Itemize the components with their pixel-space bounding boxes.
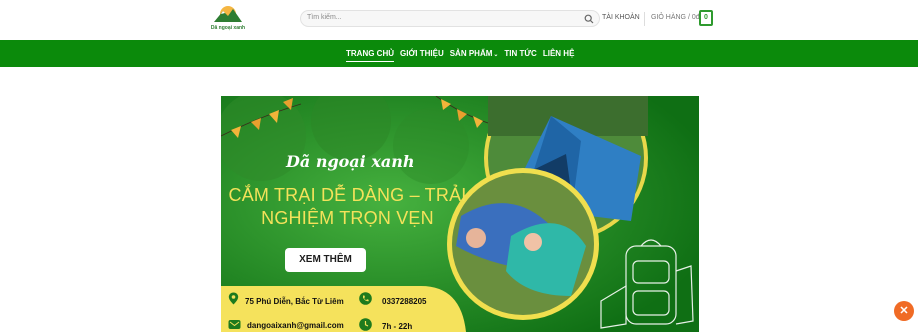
nav-item-products[interactable]: SẢN PHẨM⌄ — [450, 40, 499, 67]
hours-text: 7h - 22h — [382, 322, 413, 331]
nav-item-contact[interactable]: LIÊN HỆ — [543, 40, 575, 67]
nav-item-home[interactable]: TRANG CHỦ — [346, 40, 394, 67]
nav-item-label: LIÊN HỆ — [542, 49, 575, 58]
email-icon — [228, 320, 241, 329]
banner-brand: Dã ngoại xanh — [286, 152, 415, 171]
account-link[interactable]: TÀI KHOẢN — [602, 14, 640, 21]
clock-icon — [359, 318, 372, 331]
cart-count-button[interactable]: 0 — [699, 10, 713, 26]
close-popup-button[interactable]: ✕ — [894, 301, 914, 321]
banner-title-line1: CẮM TRẠI DỄ DÀNG – TRẢI — [228, 185, 467, 205]
see-more-button[interactable]: XEM THÊM — [285, 248, 366, 272]
site-logo[interactable]: Dã ngoại xanh — [208, 5, 248, 33]
cart-link[interactable]: GIỎ HÀNG / 0đ — [651, 14, 700, 21]
banner-title-line2: NGHIỆM TRỌN VẸN — [261, 208, 434, 228]
close-icon: ✕ — [899, 305, 909, 317]
header-divider — [644, 12, 645, 26]
nav-item-label: GIỚI THIỆU — [400, 49, 444, 58]
search-input[interactable]: Tìm kiếm... — [300, 10, 600, 27]
logo-text: Dã ngoại xanh — [210, 25, 246, 31]
email-text: dangoaixanh@gmail.com — [247, 321, 344, 330]
nav-item-label: TRANG CHỦ — [346, 49, 394, 58]
site-header: Dã ngoại xanh Tìm kiếm... TÀI KHOẢN GIỎ … — [0, 0, 918, 40]
location-pin-icon — [228, 292, 239, 305]
nav-item-about[interactable]: GIỚI THIỆU — [400, 40, 444, 67]
chevron-down-icon: ⌄ — [493, 52, 499, 58]
nav-item-label: SẢN PHẨM — [449, 49, 493, 58]
mountain-logo-icon — [214, 6, 242, 22]
phone-text: 0337288205 — [382, 297, 427, 306]
address-text: 75 Phú Diễn, Bắc Từ Liêm — [245, 297, 344, 306]
phone-icon — [359, 292, 372, 305]
search-placeholder: Tìm kiếm... — [307, 14, 342, 21]
main-nav: TRANG CHỦ GIỚI THIỆU SẢN PHẨM⌄ TIN TỨC L… — [0, 40, 918, 67]
banner-title: CẮM TRẠI DỄ DÀNG – TRẢI NGHIỆM TRỌN VẸN — [221, 184, 474, 230]
nav-items: TRANG CHỦ GIỚI THIỆU SẢN PHẨM⌄ TIN TỨC L… — [346, 40, 574, 67]
nav-item-label: TIN TỨC — [504, 49, 537, 58]
search-icon[interactable] — [584, 14, 594, 24]
hero-banner[interactable]: Dã ngoại xanh CẮM TRẠI DỄ DÀNG – TRẢI NG… — [221, 96, 699, 332]
nav-item-news[interactable]: TIN TỨC — [504, 40, 536, 67]
